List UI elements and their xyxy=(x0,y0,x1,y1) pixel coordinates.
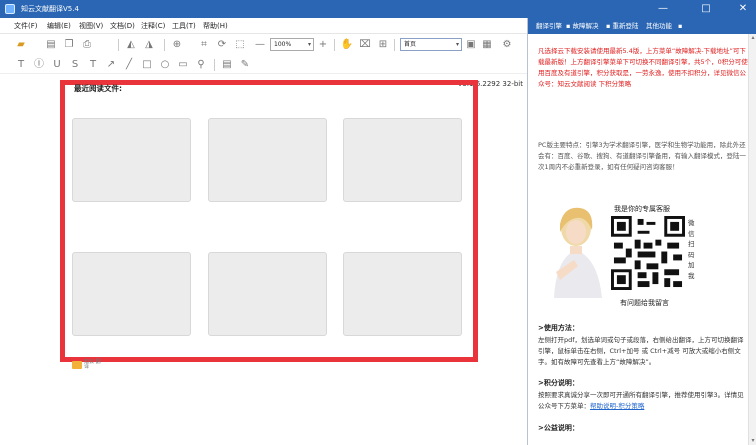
recent-file-card[interactable] xyxy=(72,252,191,336)
recent-files-label: 最近阅读文件: xyxy=(74,84,122,93)
usage-title: >使用方法： xyxy=(538,324,579,332)
select-text-icon[interactable]: ⊞ xyxy=(376,39,390,51)
promo-footer: 有问题给我留言 xyxy=(620,299,669,307)
engine-menu[interactable]: 翻译引擎 xyxy=(536,21,562,31)
recent-file-card[interactable] xyxy=(208,118,327,202)
scan-instruction: 微信扫码加我 xyxy=(688,219,695,280)
circle-icon[interactable]: ○ xyxy=(158,59,172,71)
public-welfare-title: >公益说明： xyxy=(538,424,579,432)
comment-icon[interactable]: ▤ xyxy=(220,59,234,71)
fit-page-icon[interactable]: ⬚ xyxy=(233,39,247,51)
app-logo-icon xyxy=(5,4,15,14)
document-icon[interactable]: ▦ xyxy=(480,39,494,51)
recent-file-card[interactable] xyxy=(343,252,462,336)
hand-icon[interactable]: ✋ xyxy=(340,39,354,51)
menu-comment[interactable]: 注释(C) xyxy=(141,21,165,31)
copy-icon[interactable]: ❐ xyxy=(62,39,76,51)
customer-service-avatar xyxy=(554,207,602,298)
toolbar-divider xyxy=(334,39,335,51)
settings-icon[interactable]: ⚙ xyxy=(500,39,514,51)
toolbar-divider xyxy=(394,39,395,51)
toolbar-divider xyxy=(214,59,215,71)
chevron-down-icon: ▾ xyxy=(455,41,459,48)
signature-icon[interactable]: ✎ xyxy=(238,59,252,71)
recent-file-card[interactable] xyxy=(343,118,462,202)
toolbar-divider xyxy=(118,39,119,51)
app-brand-logo: 知云 翻译 xyxy=(72,360,104,370)
scroll-down-icon[interactable]: ▾ xyxy=(749,437,756,445)
promo-heading: 我是你的专属客服 xyxy=(614,205,670,213)
menu-help[interactable]: 帮助(H) xyxy=(203,21,228,31)
snapshot-icon[interactable]: ⌧ xyxy=(358,39,372,51)
image-icon[interactable]: ▭ xyxy=(176,59,190,71)
open-folder-icon[interactable]: ▰ xyxy=(14,39,28,51)
page-value: 首页 xyxy=(404,41,417,48)
panel-menu-bar: 翻译引擎 ▪ 故障解决 ▪ 重新登陆 其他功能 ▪ xyxy=(528,18,756,34)
prev-annotation-icon[interactable]: ◭ xyxy=(124,39,138,51)
qr-code-image xyxy=(611,216,685,290)
points-title: >积分说明： xyxy=(538,379,579,387)
crop-icon[interactable]: ⌗ xyxy=(197,39,211,51)
close-button[interactable]: ✕ xyxy=(730,0,756,18)
rotate-icon[interactable]: ⟳ xyxy=(215,39,229,51)
text-icon[interactable]: T xyxy=(14,59,28,71)
window-title: 知云文献翻译V5.4 xyxy=(21,5,79,13)
product-description: PC版主要特点：引擎3为学术翻译引擎，医学和生物学功能用，除此外还会有：百度、谷… xyxy=(538,141,746,171)
stamp-icon[interactable]: ⚲ xyxy=(194,59,208,71)
other-functions-menu[interactable]: 其他功能 xyxy=(646,21,672,31)
toolbar-divider xyxy=(164,39,165,51)
update-notice: 凡选择云下载安装请使用最新5.4版，上方菜单“故障解决-下载地址”可下载最新版！… xyxy=(538,47,748,88)
strike-icon[interactable]: S xyxy=(68,59,82,71)
menu-edit[interactable]: 编辑(E) xyxy=(47,21,71,31)
next-annotation-icon[interactable]: ◮ xyxy=(142,39,156,51)
annotation-toolbar: T Ⓘ U S T ↗ ╱ □ ○ ▭ ⚲ ▤ ✎ xyxy=(0,56,527,74)
menu-view[interactable]: 视图(V) xyxy=(79,21,103,31)
highlight-icon[interactable]: Ⓘ xyxy=(32,59,46,71)
rect-icon[interactable]: □ xyxy=(140,59,154,71)
arrow-icon[interactable]: ↗ xyxy=(104,59,118,71)
main-toolbar: ▰ ▤ ❐ ⎙ ◭ ◮ ⊕ ⌗ ⟳ ⬚ — 100% ▾ + ✋ ⌧ ⊞ 首页 … xyxy=(0,36,527,54)
points-body: 按照要求真诚分享一次即可开通所有翻译引擎，推荐使用引擎3。详情见公众号下方菜单：… xyxy=(538,390,748,412)
print-icon[interactable]: ⎙ xyxy=(80,39,94,51)
zoom-out-icon[interactable]: — xyxy=(253,39,267,51)
scroll-up-icon[interactable]: ▴ xyxy=(749,34,756,42)
zoom-value: 100% xyxy=(274,41,292,48)
panel-scrollbar[interactable]: ▴ ▾ xyxy=(748,34,756,445)
maximize-button[interactable]: □ xyxy=(693,0,719,18)
zoom-icon[interactable]: ⊕ xyxy=(170,39,184,51)
zoom-select[interactable]: 100% ▾ xyxy=(270,38,314,51)
troubleshoot-menu[interactable]: ▪ 故障解决 xyxy=(566,21,598,31)
menu-bar: 文件(F) 编辑(E) 视图(V) 文档(D) 注释(C) 工具(T) 帮助(H… xyxy=(0,18,527,34)
relogin-menu[interactable]: ▪ 重新登陆 xyxy=(606,21,638,31)
menu-file[interactable]: 文件(F) xyxy=(14,21,38,31)
menu-document[interactable]: 文档(D) xyxy=(110,21,135,31)
menu-tools[interactable]: 工具(T) xyxy=(172,21,196,31)
recent-file-card[interactable] xyxy=(208,252,327,336)
save-icon[interactable]: ▤ xyxy=(44,39,58,51)
brand-flag-icon xyxy=(72,361,82,369)
points-strategy-link[interactable]: 帮助说明-积分策略 xyxy=(590,402,644,410)
page-info-icon[interactable]: ▣ xyxy=(464,39,478,51)
minimize-button[interactable]: — xyxy=(650,0,676,18)
brand-text: 知云 翻译 xyxy=(84,359,101,370)
zoom-in-icon[interactable]: + xyxy=(316,39,330,51)
customer-service-promo: 我是你的专属客服 微信扫码加我 有问题给我留言 xyxy=(538,194,748,314)
typewriter-icon[interactable]: T xyxy=(86,59,100,71)
chevron-down-icon: ▾ xyxy=(307,41,311,48)
panel-menu-dropdown[interactable]: ▪ xyxy=(678,21,682,31)
usage-body: 左侧打开pdf，划选单词或句子或段落，右侧给出翻译，上方可切换翻译引擎，鼠标单击… xyxy=(538,336,744,366)
title-bar: 知云文献翻译V5.4 — □ ✕ xyxy=(0,0,756,18)
line-icon[interactable]: ╱ xyxy=(122,59,136,71)
underline-icon[interactable]: U xyxy=(50,59,64,71)
translation-panel: 翻译引擎 ▪ 故障解决 ▪ 重新登陆 其他功能 ▪ 凡选择云下载安装请使用最新5… xyxy=(527,18,756,445)
recent-file-card[interactable] xyxy=(72,118,191,202)
page-select[interactable]: 首页 ▾ xyxy=(400,38,462,51)
